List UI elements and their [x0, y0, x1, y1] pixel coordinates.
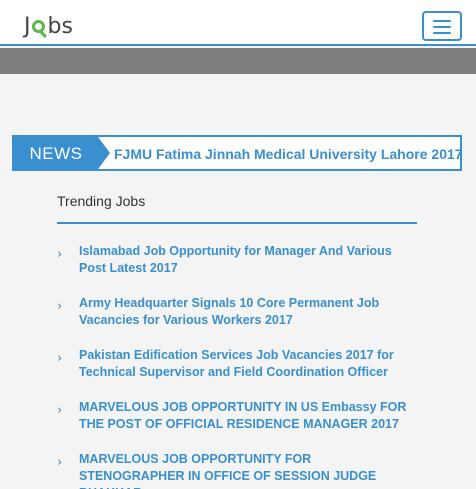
magnifier-icon — [31, 16, 48, 39]
trending-divider — [57, 222, 417, 224]
news-label: NEWS — [14, 137, 98, 169]
chevron-right-icon: › — [57, 299, 63, 314]
news-ticker-link[interactable]: FJMU Fatima Jinnah Medical University La… — [114, 137, 460, 169]
banner-band — [0, 48, 476, 74]
trending-jobs-heading: Trending Jobs — [57, 193, 146, 209]
chevron-right-icon: › — [57, 403, 63, 418]
logo-text-right: bs — [47, 13, 73, 39]
site-logo[interactable]: J bs — [24, 12, 73, 40]
site-header: J bs — [0, 0, 476, 46]
news-arrow-icon — [98, 137, 110, 169]
menu-toggle-button[interactable] — [422, 11, 462, 41]
job-link[interactable]: MARVELOUS JOB OPPORTUNITY FOR STENOGRAPH… — [79, 451, 417, 489]
job-link[interactable]: Islamabad Job Opportunity for Manager An… — [79, 243, 417, 277]
news-ticker: NEWS FJMU Fatima Jinnah Medical Universi… — [12, 135, 462, 171]
job-link[interactable]: Pakistan Edification Services Job Vacanc… — [79, 347, 417, 381]
job-link[interactable]: MARVELOUS JOB OPPORTUNITY IN US Embassy … — [79, 399, 417, 433]
chevron-right-icon: › — [57, 455, 63, 470]
chevron-right-icon: › — [57, 247, 63, 262]
chevron-right-icon: › — [57, 351, 63, 366]
hamburger-icon — [433, 20, 451, 22]
job-link[interactable]: Army Headquarter Signals 10 Core Permane… — [79, 295, 417, 329]
